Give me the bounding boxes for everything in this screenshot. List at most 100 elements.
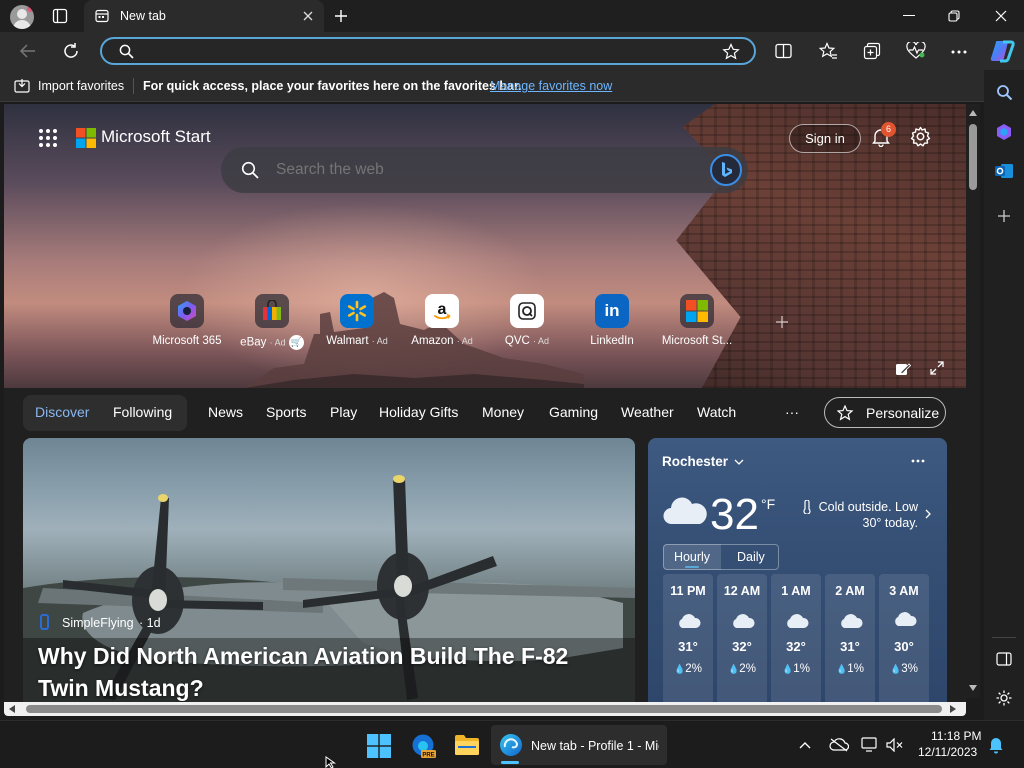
vertical-scroll-thumb[interactable] bbox=[969, 124, 977, 190]
web-search-input[interactable] bbox=[276, 160, 676, 180]
back-icon[interactable] bbox=[19, 43, 37, 59]
quick-link-linkedin[interactable]: in LinkedIn bbox=[572, 294, 652, 347]
weather-card[interactable]: Rochester 32 °F Cold outside. Low 30° to… bbox=[648, 438, 947, 704]
browser-essentials-icon[interactable] bbox=[906, 42, 926, 60]
new-tab-plus-icon[interactable] bbox=[333, 8, 349, 24]
file-explorer-icon[interactable] bbox=[454, 734, 480, 756]
show-hidden-icons-chevron-up-icon[interactable] bbox=[799, 741, 811, 749]
tab-following[interactable]: Following bbox=[113, 404, 172, 420]
summary-chevron-right-icon[interactable] bbox=[925, 509, 931, 519]
quick-link-label: eBay bbox=[240, 336, 267, 349]
apps-launcher-icon[interactable] bbox=[38, 128, 58, 148]
close-tab-icon[interactable] bbox=[302, 10, 314, 22]
hide-sidebar-icon[interactable] bbox=[996, 652, 1012, 666]
nav-more-button[interactable]: ··· bbox=[785, 404, 799, 420]
quick-link-ebay[interactable]: eBay · Ad 🛒 bbox=[232, 294, 312, 350]
tab-discover[interactable]: Discover bbox=[35, 404, 89, 420]
clock-date[interactable]: 12/11/2023 bbox=[918, 745, 977, 759]
article-title[interactable]: Why Did North American Aviation Build Th… bbox=[38, 640, 618, 704]
collections-split-icon[interactable] bbox=[775, 43, 792, 59]
minimize-icon[interactable] bbox=[903, 15, 915, 16]
linkedin-icon: in bbox=[595, 294, 629, 328]
volume-muted-icon[interactable] bbox=[886, 738, 904, 752]
edge-icon bbox=[499, 733, 523, 757]
brand-title[interactable]: Microsoft Start bbox=[101, 127, 211, 147]
restore-icon[interactable] bbox=[948, 10, 960, 22]
nav-sports[interactable]: Sports bbox=[266, 404, 306, 420]
nav-holiday-gifts[interactable]: Holiday Gifts bbox=[379, 404, 458, 420]
nav-weather[interactable]: Weather bbox=[621, 404, 674, 420]
weather-location[interactable]: Rochester bbox=[662, 454, 728, 469]
add-quick-link-icon[interactable] bbox=[775, 315, 789, 329]
edit-background-icon[interactable] bbox=[895, 361, 911, 377]
copilot-sidebar-icon[interactable] bbox=[995, 123, 1013, 141]
tab-new-tab[interactable]: New tab bbox=[84, 0, 324, 32]
scroll-down-arrow-icon[interactable] bbox=[969, 685, 977, 691]
settings-more-icon[interactable] bbox=[951, 50, 967, 54]
horizontal-scrollbar[interactable] bbox=[4, 702, 966, 716]
sidebar-settings-gear-icon[interactable] bbox=[995, 689, 1013, 707]
nav-gaming[interactable]: Gaming bbox=[549, 404, 598, 420]
taskbar-edge-window[interactable]: New tab - Profile 1 - Mic bbox=[491, 725, 667, 765]
notification-center-bell-icon[interactable] bbox=[988, 736, 1004, 754]
network-icon[interactable] bbox=[861, 737, 879, 753]
edge-preview-icon[interactable]: PRE bbox=[411, 733, 437, 759]
sign-in-button[interactable]: Sign in bbox=[789, 124, 861, 153]
copilot-icon[interactable] bbox=[989, 39, 1015, 63]
scroll-up-arrow-icon[interactable] bbox=[969, 110, 977, 116]
tab-daily[interactable]: Daily bbox=[737, 550, 765, 564]
personalize-label: Personalize bbox=[866, 405, 940, 421]
page-settings-gear-icon[interactable] bbox=[910, 126, 931, 147]
quick-link-label: Amazon bbox=[411, 335, 454, 347]
quick-link-microsoft-store[interactable]: Microsoft St... bbox=[657, 294, 737, 347]
onedrive-offline-icon[interactable] bbox=[829, 738, 849, 752]
sidebar-search-icon[interactable] bbox=[996, 84, 1013, 101]
manage-favorites-link[interactable]: Manage favorites now bbox=[490, 79, 612, 93]
article-card[interactable]: SimpleFlying · 1d Why Did North American… bbox=[23, 438, 635, 704]
refresh-icon[interactable] bbox=[62, 42, 80, 60]
favorites-icon[interactable] bbox=[819, 42, 838, 60]
location-chevron-down-icon[interactable] bbox=[734, 459, 744, 465]
collections-icon[interactable] bbox=[863, 42, 881, 60]
raindrop-icon: 💧 bbox=[890, 664, 902, 674]
tab-actions-icon[interactable] bbox=[52, 8, 68, 24]
weather-more-icon[interactable] bbox=[911, 459, 925, 463]
tab-hourly[interactable]: Hourly bbox=[663, 544, 721, 570]
web-search-box[interactable] bbox=[221, 147, 748, 193]
walmart-icon bbox=[340, 294, 374, 328]
address-bar[interactable] bbox=[100, 37, 756, 65]
add-favorite-star-icon[interactable] bbox=[722, 43, 740, 60]
quick-link-amazon[interactable]: a Amazon · Ad bbox=[402, 294, 482, 347]
windows-start-icon[interactable] bbox=[367, 734, 391, 758]
nav-news[interactable]: News bbox=[208, 404, 243, 420]
horizontal-scroll-thumb[interactable] bbox=[26, 705, 942, 713]
tab-title: New tab bbox=[120, 9, 166, 23]
favorites-bar: Import favorites For quick access, place… bbox=[0, 70, 1024, 102]
quick-link-microsoft365[interactable]: Microsoft 365 bbox=[147, 294, 227, 347]
clock-time[interactable]: 11:18 PM bbox=[931, 729, 981, 743]
import-favorites-button[interactable]: Import favorites bbox=[38, 79, 124, 93]
quick-link-walmart[interactable]: Walmart · Ad bbox=[317, 294, 397, 347]
ebay-icon bbox=[255, 294, 289, 328]
scroll-left-arrow-icon[interactable] bbox=[9, 705, 15, 713]
hourly-forecast-item: 1 AM 32° 💧1% bbox=[771, 574, 821, 704]
expand-icon[interactable] bbox=[930, 361, 944, 375]
nav-money[interactable]: Money bbox=[482, 404, 524, 420]
article-age: · 1d bbox=[139, 616, 161, 630]
close-window-icon[interactable] bbox=[995, 10, 1007, 22]
bing-chat-icon[interactable] bbox=[710, 154, 742, 186]
scroll-right-arrow-icon[interactable] bbox=[950, 705, 956, 713]
hourly-forecast-item: 12 AM 32° 💧2% bbox=[717, 574, 767, 704]
notification-badge: 6 bbox=[881, 122, 896, 137]
nav-watch[interactable]: Watch bbox=[697, 404, 736, 420]
svg-text:a: a bbox=[438, 301, 447, 318]
personalize-button[interactable]: Personalize bbox=[824, 397, 946, 428]
nav-play[interactable]: Play bbox=[330, 404, 357, 420]
profile-avatar[interactable] bbox=[10, 5, 34, 29]
sidebar-add-icon[interactable] bbox=[997, 209, 1011, 223]
vertical-scrollbar[interactable] bbox=[966, 104, 980, 698]
quick-link-qvc[interactable]: QVC · Ad bbox=[487, 294, 567, 347]
forecast-time: 1 AM bbox=[781, 584, 811, 598]
outlook-icon[interactable] bbox=[994, 162, 1014, 180]
address-input[interactable] bbox=[140, 42, 710, 60]
